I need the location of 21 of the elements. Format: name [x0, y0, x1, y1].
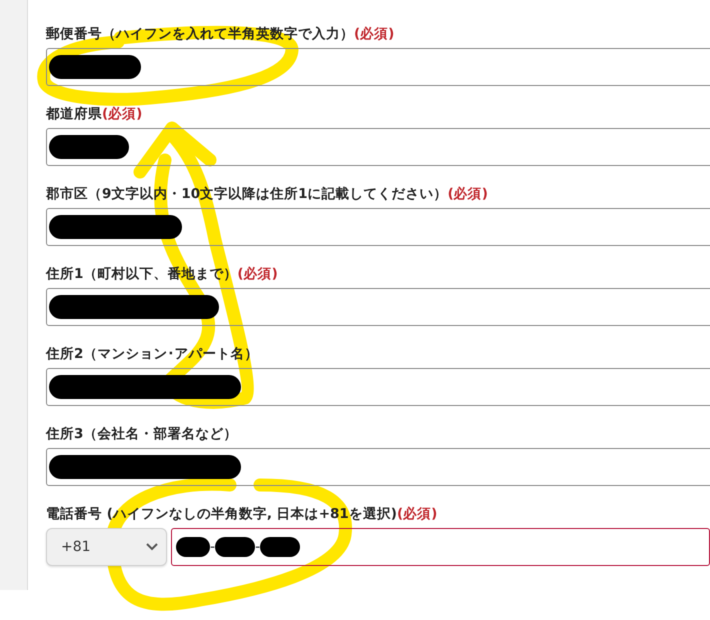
separator-text: -: [210, 538, 216, 556]
required-mark: (必須): [102, 106, 142, 122]
redaction-mark: [176, 537, 210, 557]
country-code-select[interactable]: +81: [46, 528, 167, 566]
input-field[interactable]: [46, 48, 710, 86]
separator-text: -: [255, 538, 260, 556]
required-mark: (必須): [448, 186, 488, 202]
required-mark: (必須): [354, 26, 394, 42]
phone-input-field[interactable]: - -: [171, 528, 710, 566]
redaction-mark: [260, 537, 300, 557]
input-field[interactable]: [46, 208, 710, 246]
redaction-mark: [215, 537, 256, 557]
required-mark: (必須): [237, 266, 278, 282]
chevron-down-icon: [146, 543, 158, 551]
input-field[interactable]: [46, 448, 710, 486]
required-mark: (必須): [396, 506, 438, 522]
field-label: 都道府県: [46, 106, 102, 122]
input-field[interactable]: [46, 288, 710, 326]
input-field[interactable]: [46, 368, 710, 406]
field-label: 住所3（会社名・部署名など）: [46, 426, 238, 442]
input-field[interactable]: [46, 128, 710, 166]
